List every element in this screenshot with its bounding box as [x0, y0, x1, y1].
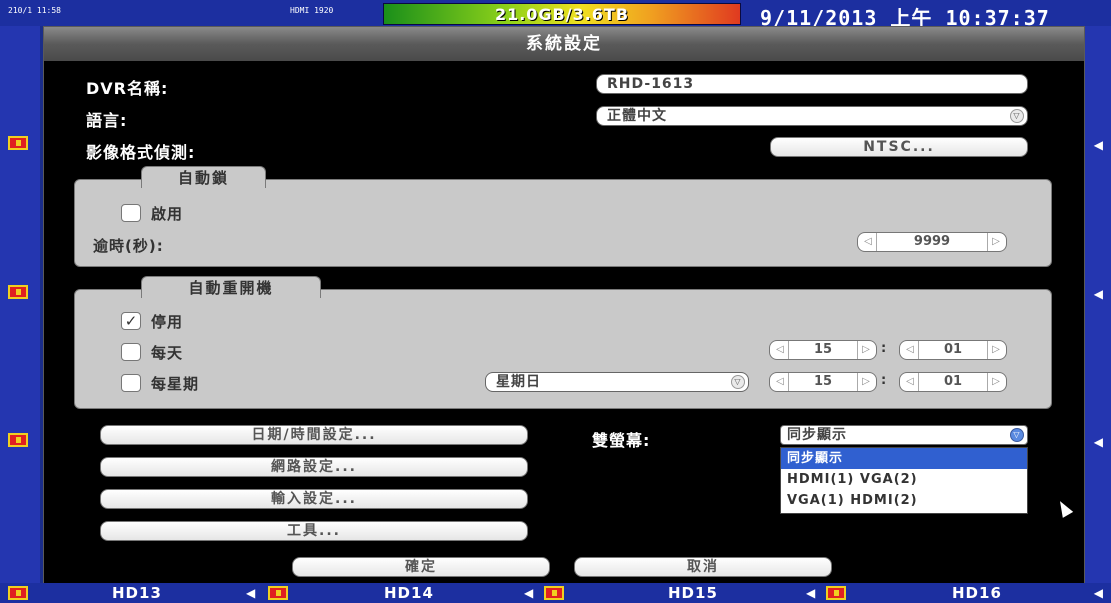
speaker-icon: ◀: [1093, 138, 1103, 152]
auto-lock-group-title: 自動鎖: [141, 166, 266, 188]
reboot-daily-checkbox[interactable]: [121, 343, 141, 361]
auto-lock-timeout-value: 9999: [913, 234, 951, 249]
speaker-icon: ◀: [1093, 435, 1103, 449]
video-format-label: 影像格式偵測:: [86, 143, 196, 162]
decrement-icon[interactable]: ◁: [902, 373, 919, 391]
reboot-daily-hour-value: 15: [813, 342, 833, 357]
input-settings-button[interactable]: 輸入設定...: [100, 489, 528, 509]
dvr-name-input[interactable]: RHD-1613: [596, 74, 1028, 94]
speaker-icon: ◀: [524, 586, 534, 600]
dual-screen-option[interactable]: HDMI(1) VGA(2): [781, 469, 1027, 490]
auto-lock-timeout-label: 逾時(秒):: [93, 237, 164, 255]
datetime-settings-button[interactable]: 日期/時間設定...: [100, 425, 528, 445]
increment-icon[interactable]: ▷: [987, 373, 1004, 391]
reboot-weekday-value: 星期日: [496, 374, 541, 390]
reboot-weekly-hour-stepper[interactable]: ◁ 15 ▷: [769, 372, 877, 392]
time-separator: :: [881, 373, 887, 388]
chevron-down-icon: ▽: [731, 375, 745, 389]
language-value: 正體中文: [607, 108, 667, 124]
channel-label: HD16: [952, 584, 1002, 602]
reboot-daily-minute-value: 01: [943, 342, 963, 357]
system-settings-dialog: 系統設定 DVR名稱: RHD-1613 語言: 正體中文 ▽ 影像格式偵測: …: [43, 26, 1085, 585]
record-film-icon: [544, 586, 564, 600]
decrement-icon[interactable]: ◁: [772, 373, 789, 391]
auto-lock-timeout-stepper[interactable]: ◁ 9999 ▷: [857, 232, 1007, 252]
dual-screen-option[interactable]: 同步顯示: [781, 448, 1027, 469]
record-film-icon: [8, 285, 28, 299]
channel-label: HD15: [668, 584, 718, 602]
speaker-icon: ◀: [1093, 287, 1103, 301]
auto-reboot-group-title: 自動重開機: [141, 276, 321, 298]
decrement-icon[interactable]: ◁: [860, 233, 877, 251]
reboot-weekly-minute-value: 01: [943, 374, 963, 389]
dual-screen-value: 同步顯示: [787, 427, 847, 443]
chevron-down-icon: ▽: [1010, 109, 1024, 123]
increment-icon[interactable]: ▷: [987, 341, 1004, 359]
reboot-disable-checkbox[interactable]: ✓: [121, 312, 141, 330]
bottom-channel-bar: HD13 ◀ HD14 ◀ HD15 ◀ HD16 ◀: [0, 583, 1111, 603]
dvr-name-label: DVR名稱:: [86, 79, 169, 98]
record-film-icon: [826, 586, 846, 600]
storage-usage-bar: 21.0GB/3.6TB: [383, 3, 741, 25]
dialog-title: 系統設定: [44, 27, 1084, 61]
increment-icon[interactable]: ▷: [857, 373, 874, 391]
decrement-icon[interactable]: ◁: [902, 341, 919, 359]
dual-screen-label: 雙螢幕:: [592, 431, 651, 450]
reboot-daily-label: 每天: [151, 344, 184, 362]
storage-usage-text: 21.0GB/3.6TB: [494, 5, 630, 24]
decrement-icon[interactable]: ◁: [772, 341, 789, 359]
record-film-icon: [8, 433, 28, 447]
ok-button[interactable]: 確定: [292, 557, 550, 577]
speaker-icon: ◀: [246, 586, 256, 600]
record-film-icon: [268, 586, 288, 600]
dual-screen-dropdown-list: 同步顯示 HDMI(1) VGA(2) VGA(1) HDMI(2): [780, 447, 1028, 514]
reboot-weekday-select[interactable]: 星期日 ▽: [485, 372, 749, 392]
auto-reboot-group: ✓ 停用 每天 每星期 星期日 ▽ ◁ 15 ▷ : ◁ 01 ▷ ◁ 15 ▷…: [74, 289, 1052, 409]
camera-tile: [0, 457, 40, 583]
top-status-bar: 210/1 11:58 HDMI 1920 21.0GB/3.6TB 9/11/…: [0, 0, 1111, 30]
reboot-weekly-label: 每星期: [151, 375, 200, 393]
network-settings-button[interactable]: 網路設定...: [100, 457, 528, 477]
tools-button[interactable]: 工具...: [100, 521, 528, 541]
auto-lock-enable-label: 啟用: [151, 205, 184, 223]
increment-icon[interactable]: ▷: [987, 233, 1004, 251]
language-label: 語言:: [86, 111, 128, 130]
reboot-daily-minute-stepper[interactable]: ◁ 01 ▷: [899, 340, 1007, 360]
speaker-icon: ◀: [1093, 586, 1103, 600]
language-select[interactable]: 正體中文 ▽: [596, 106, 1028, 126]
reboot-weekly-checkbox[interactable]: [121, 374, 141, 392]
channel-time-label: 210/1 11:58: [8, 6, 61, 15]
camera-tile: [0, 26, 40, 176]
cancel-button[interactable]: 取消: [574, 557, 832, 577]
camera-tile: [1081, 457, 1111, 583]
video-format-button[interactable]: NTSC...: [770, 137, 1028, 157]
dual-screen-option[interactable]: VGA(1) HDMI(2): [781, 490, 1027, 511]
speaker-icon: ◀: [806, 586, 816, 600]
reboot-weekly-minute-stepper[interactable]: ◁ 01 ▷: [899, 372, 1007, 392]
reboot-disable-label: 停用: [151, 313, 184, 331]
channel-label: HD14: [384, 584, 434, 602]
auto-lock-enable-checkbox[interactable]: [121, 204, 141, 222]
channel-label: HD13: [112, 584, 162, 602]
time-separator: :: [881, 341, 887, 356]
increment-icon[interactable]: ▷: [857, 341, 874, 359]
auto-lock-group: 啟用 逾時(秒): ◁ 9999 ▷: [74, 179, 1052, 267]
record-film-icon: [8, 586, 28, 600]
chevron-down-icon: ▽: [1010, 428, 1024, 442]
output-label: HDMI 1920: [290, 6, 334, 15]
reboot-weekly-hour-value: 15: [813, 374, 833, 389]
reboot-daily-hour-stepper[interactable]: ◁ 15 ▷: [769, 340, 877, 360]
record-film-icon: [8, 136, 28, 150]
dual-screen-select[interactable]: 同步顯示 ▽: [780, 425, 1028, 445]
camera-tile: [1081, 26, 1111, 176]
